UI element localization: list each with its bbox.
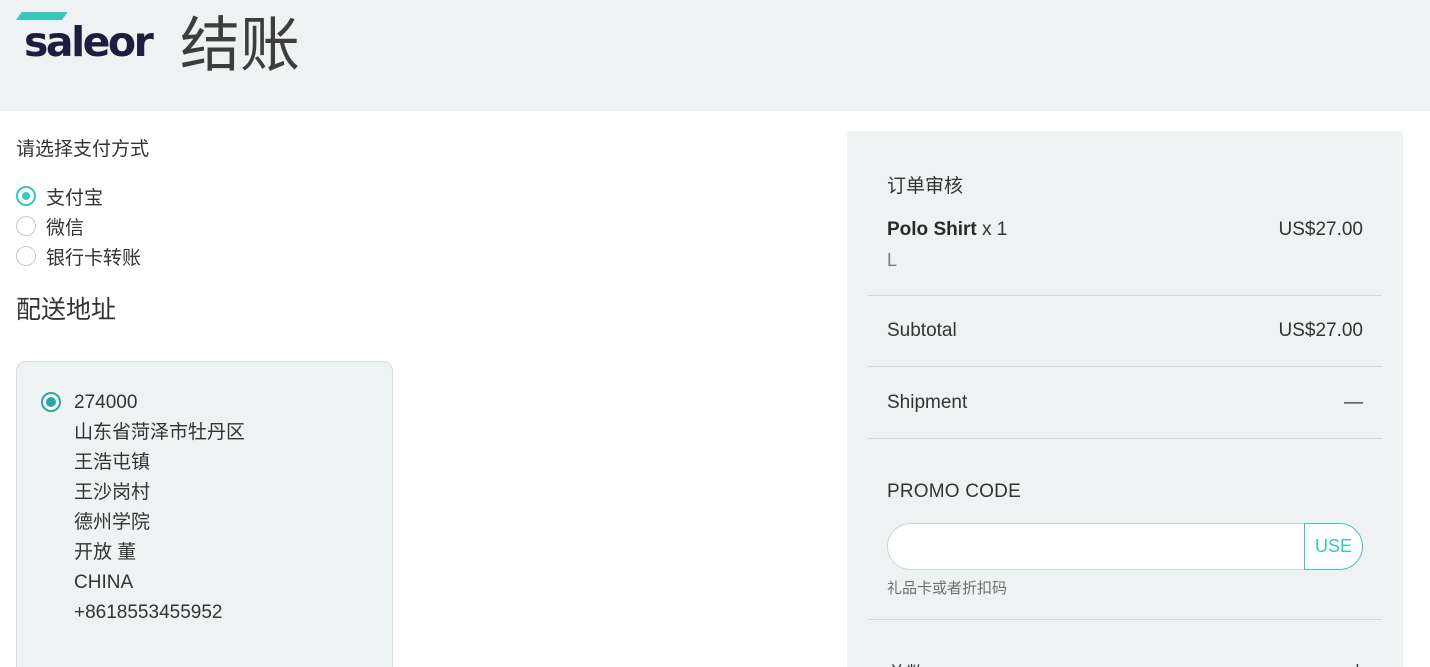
address-lines: 274000 山东省菏泽市牡丹区 王浩屯镇 王沙岗村 德州学院 开放 董 CHI… [74, 388, 245, 628]
payment-option-bank-transfer[interactable]: 银行卡转账 [16, 243, 141, 269]
payment-option-label: 支付宝 [46, 187, 104, 209]
promo-code-input[interactable] [887, 523, 1304, 570]
address-name: 开放 董 [74, 542, 137, 563]
subtotal-label: Subtotal [887, 320, 957, 341]
shipment-label: Shipment [887, 392, 968, 413]
saleor-logo[interactable]: saleor [16, 12, 161, 72]
address-radio-selected-icon[interactable] [41, 392, 61, 412]
divider [868, 366, 1382, 367]
address-village: 王沙岗村 [74, 482, 151, 503]
address-postal-code: 274000 [74, 392, 138, 413]
item-quantity: x 1 [982, 219, 1008, 240]
address-street: 德州学院 [74, 512, 151, 533]
page-header: saleor 结账 [0, 0, 1430, 111]
address-town: 王浩屯镇 [74, 452, 151, 473]
page-title: 结账 [180, 11, 300, 81]
address-phone: +8618553455952 [74, 602, 223, 623]
item-name: Polo Shirt [887, 219, 977, 240]
total-label: 总数 [887, 659, 925, 667]
divider [868, 295, 1382, 296]
payment-option-label: 微信 [46, 217, 85, 239]
promo-code-label: PROMO CODE [887, 481, 1021, 502]
address-city: 山东省菏泽市牡丹区 [74, 422, 246, 443]
logo-text: saleor [24, 18, 154, 66]
item-price: US$27.00 [1278, 219, 1363, 240]
total-value: + [1352, 659, 1363, 667]
subtotal-value: US$27.00 [1278, 320, 1363, 341]
shipment-value: — [1344, 392, 1363, 413]
item-variant: L [887, 250, 898, 270]
payment-option-wechat[interactable]: 微信 [16, 213, 84, 239]
payment-method-title: 请选择支付方式 [16, 139, 150, 160]
radio-selected-icon[interactable] [16, 186, 36, 206]
divider [868, 619, 1382, 620]
payment-option-label: 银行卡转账 [46, 247, 142, 269]
order-summary: 订单审核 Polo Shirt x 1 US$27.00 L Subtotal … [847, 131, 1403, 667]
payment-option-alipay[interactable]: 支付宝 [16, 183, 103, 209]
address-country: CHINA [74, 572, 134, 593]
promo-code-form: USE [887, 523, 1363, 570]
radio-unselected-icon[interactable] [16, 246, 36, 266]
order-review-title: 订单审核 [887, 176, 964, 197]
radio-unselected-icon[interactable] [16, 216, 36, 236]
divider [868, 438, 1382, 439]
address-card[interactable]: 274000 山东省菏泽市牡丹区 王浩屯镇 王沙岗村 德州学院 开放 董 CHI… [16, 361, 393, 667]
promo-code-help-text: 礼品卡或者折扣码 [887, 580, 1008, 597]
shipping-address-title: 配送地址 [16, 296, 117, 324]
line-item: Polo Shirt x 1 [887, 219, 1007, 241]
use-promo-button[interactable]: USE [1304, 523, 1363, 570]
